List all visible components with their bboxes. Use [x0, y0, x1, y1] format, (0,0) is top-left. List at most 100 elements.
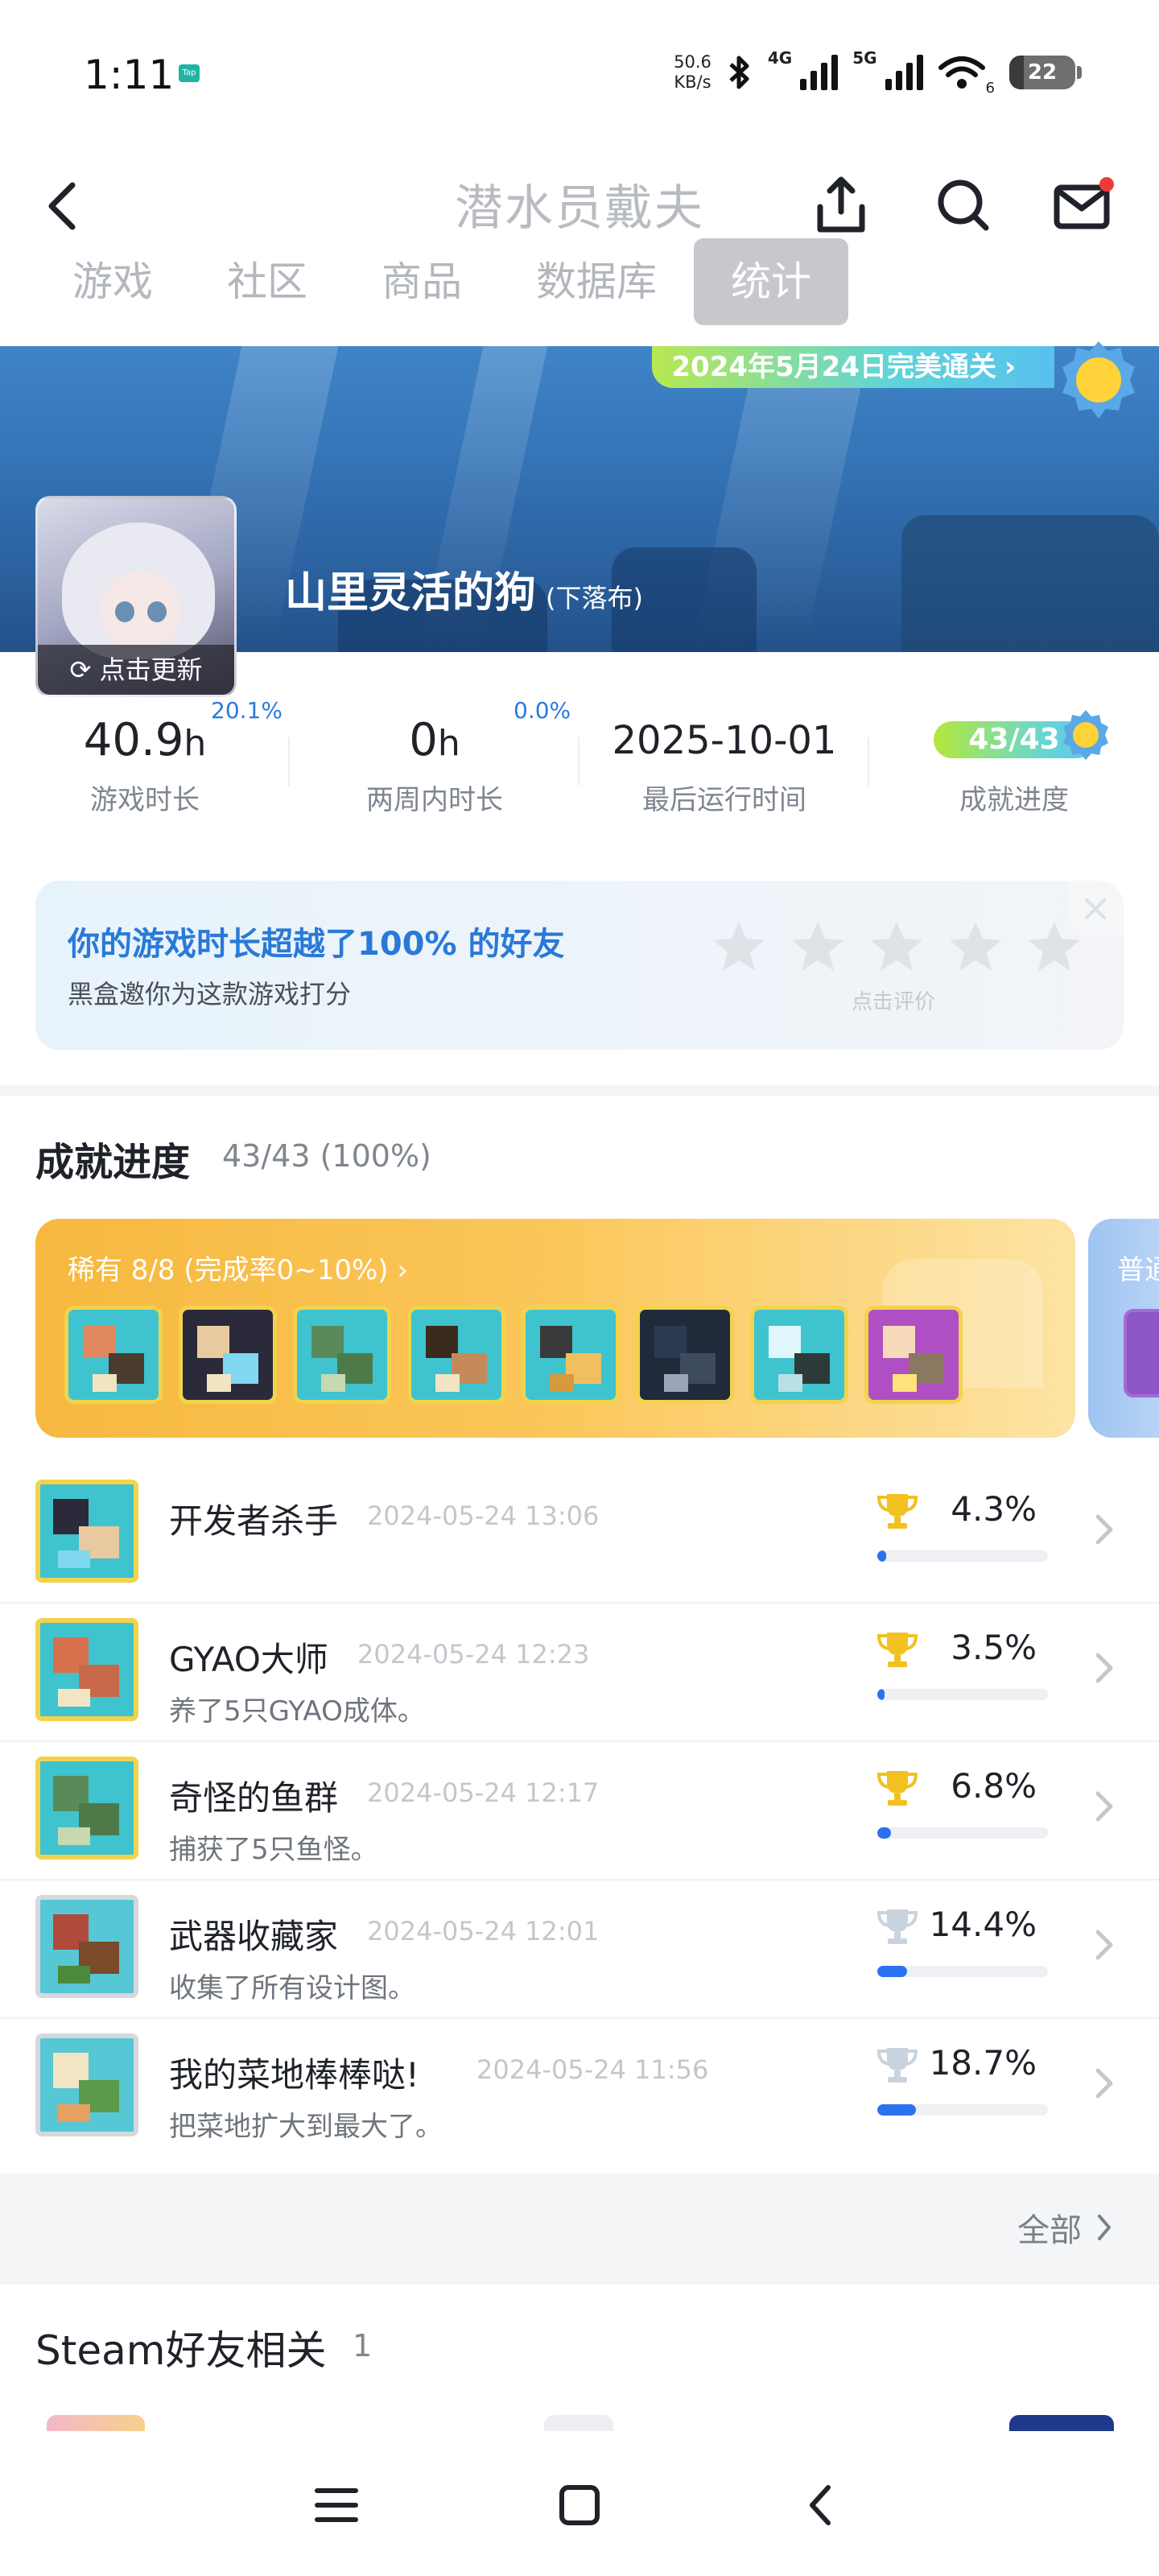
- tab-database[interactable]: 数据库: [499, 238, 694, 325]
- chevron-right-icon: [1095, 1791, 1113, 1822]
- star-icon[interactable]: [869, 919, 924, 974]
- achievement-row[interactable]: 我的菜地棒棒哒! 2024-05-24 11:56 把菜地扩大到最大了。 18.…: [0, 2019, 1159, 2157]
- achievement-rate: 14.4%: [929, 1905, 1037, 1944]
- tab-store[interactable]: 商品: [344, 238, 499, 325]
- home-button[interactable]: [547, 2473, 612, 2537]
- achievement-desc: 收集了所有设计图。: [169, 1972, 415, 2004]
- top-nav: 潜水员戴夫 游戏 社区 商品 数据库 统计: [0, 145, 1159, 346]
- stat-last-run: 2025-10-01 最后运行时间: [612, 718, 837, 816]
- status-time: 1:11: [84, 52, 175, 98]
- steam-friends-title: Steam好友相关: [35, 2327, 327, 2374]
- achievement-icon: [1124, 1309, 1159, 1397]
- mail-button[interactable]: [1048, 169, 1120, 242]
- achievement-rate: 4.3%: [951, 1489, 1037, 1529]
- achievement-date: 2024-05-24 11:56: [476, 2054, 709, 2085]
- achievement-icon: [64, 1306, 163, 1404]
- star-icon[interactable]: [790, 919, 845, 974]
- achievement-desc: 养了5只GYAO成体。: [169, 1695, 425, 1728]
- signal-bars-icon: [800, 55, 839, 90]
- common-achievements-title: 普通: [1117, 1254, 1159, 1286]
- status-indicators: 50.6 KB/s 4G 5G 6 22: [674, 48, 1082, 97]
- steam-friends-count: 1: [353, 2328, 373, 2363]
- stats-row: 40.9h 游戏时长 20.1% 0h 两周内时长 0.0% 2025-10-0…: [0, 697, 1159, 853]
- achievement-icon: [35, 2033, 138, 2136]
- achievement-rate-bar: [877, 1689, 1048, 1700]
- achievement-name: 武器收藏家: [169, 1917, 339, 1956]
- achievement-row[interactable]: 武器收藏家 2024-05-24 12:01 收集了所有设计图。 14.4%: [0, 1880, 1159, 2019]
- stat-play-time: 40.9h 游戏时长 20.1%: [83, 697, 283, 816]
- bluetooth-icon: [729, 56, 749, 89]
- achievement-rate: 3.5%: [951, 1628, 1037, 1667]
- friend-avatar[interactable]: [1009, 2415, 1114, 2433]
- chevron-right-icon: [1095, 1930, 1113, 1960]
- view-all-link[interactable]: 全部: [1017, 2204, 1116, 2251]
- chevron-right-icon: [1095, 1514, 1113, 1545]
- rating-stars: [711, 919, 1082, 974]
- stat-achievement-progress[interactable]: 43/43 成就进度: [869, 708, 1159, 817]
- achievement-icon: [179, 1306, 277, 1404]
- achievement-icon: [864, 1306, 963, 1404]
- rare-achievements-card[interactable]: 稀有 8/8 (完成率0~10%) ›: [35, 1219, 1075, 1438]
- system-nav-bar: [0, 2431, 1159, 2576]
- wifi-sub-label: 6: [985, 80, 995, 97]
- medal-icon: [1062, 341, 1135, 419]
- net-speed: 50.6 KB/s: [674, 52, 711, 92]
- rating-subtitle: 黑盒邀你为这款游戏打分: [68, 979, 352, 1009]
- home-square-icon: [559, 2485, 600, 2525]
- friend-avatar[interactable]: [544, 2415, 613, 2433]
- achievement-icon: [35, 1618, 138, 1721]
- view-all-band: 全部: [0, 2174, 1159, 2285]
- signal-bars-icon: [885, 55, 923, 90]
- chevron-right-icon: [1098, 2215, 1111, 2240]
- rating-title: 你的游戏时长超越了100% 的好友: [68, 926, 565, 963]
- share-button[interactable]: [805, 169, 877, 242]
- achievement-rate-bar: [877, 2104, 1048, 2116]
- tab-stats[interactable]: 统计: [694, 238, 848, 325]
- friend-avatar[interactable]: [47, 2415, 145, 2433]
- achievement-icon: [293, 1306, 391, 1404]
- achievement-row[interactable]: GYAO大师 2024-05-24 12:23 养了5只GYAO成体。 3.5%: [0, 1604, 1159, 1742]
- mail-icon: [1054, 177, 1114, 229]
- chevron-right-icon: [1095, 2068, 1113, 2099]
- system-back-button[interactable]: [789, 2473, 853, 2537]
- common-achievements-card[interactable]: 普通: [1088, 1219, 1159, 1438]
- achievement-icon: [522, 1306, 620, 1404]
- signal-5g-label: 5G: [852, 48, 877, 68]
- wifi-icon: [938, 56, 985, 89]
- achievement-icon: [35, 1757, 138, 1860]
- achievement-name: 奇怪的鱼群: [169, 1778, 339, 1818]
- menu-icon: [315, 2488, 358, 2522]
- status-bar: 1:11 Tap 50.6 KB/s 4G 5G 6 22: [0, 0, 1159, 145]
- achievement-progress-pill: 43/43: [934, 710, 1108, 760]
- taptap-notification-icon: Tap: [179, 64, 200, 82]
- star-icon[interactable]: [948, 919, 1003, 974]
- username: 山里灵活的狗 (下落布): [285, 569, 643, 617]
- achievement-rate-bar: [877, 1550, 1048, 1562]
- achievement-row[interactable]: 开发者杀手 2024-05-24 13:06 4.3%: [0, 1465, 1159, 1604]
- medal-icon: [1063, 710, 1108, 760]
- tab-games[interactable]: 游戏: [35, 238, 190, 325]
- achievement-icon: [750, 1306, 848, 1404]
- close-rating-button[interactable]: [1067, 881, 1124, 937]
- star-icon[interactable]: [711, 919, 766, 974]
- search-button[interactable]: [927, 169, 1000, 242]
- rare-achievement-icons: [64, 1306, 963, 1404]
- achievement-name: 开发者杀手: [169, 1501, 339, 1541]
- achievement-rate-bar: [877, 1827, 1048, 1839]
- menu-button[interactable]: [304, 2473, 369, 2537]
- achievement-section-title: 成就进度: [35, 1140, 191, 1185]
- rating-hint: 点击评价: [852, 990, 936, 1014]
- perfect-clear-badge[interactable]: 2024年5月24日完美通关 ›: [652, 346, 1054, 388]
- achievement-row[interactable]: 奇怪的鱼群 2024-05-24 12:17 捕获了5只鱼怪。 6.8%: [0, 1742, 1159, 1880]
- share-icon: [817, 176, 865, 233]
- update-avatar-button[interactable]: ⟳ 点击更新: [38, 645, 234, 695]
- stat-two-week: 0h 两周内时长 0.0%: [366, 697, 571, 816]
- achievement-name: 我的菜地棒棒哒!: [169, 2055, 419, 2095]
- achievement-date: 2024-05-24 13:06: [367, 1501, 600, 1531]
- achievement-count: 43/43 (100%): [222, 1138, 431, 1174]
- battery-icon: 22: [1009, 56, 1082, 89]
- tab-community[interactable]: 社区: [190, 238, 344, 325]
- user-avatar[interactable]: ⟳ 点击更新: [35, 496, 237, 697]
- tab-bar: 游戏 社区 商品 数据库 统计: [35, 238, 848, 325]
- achievement-icon: [636, 1306, 734, 1404]
